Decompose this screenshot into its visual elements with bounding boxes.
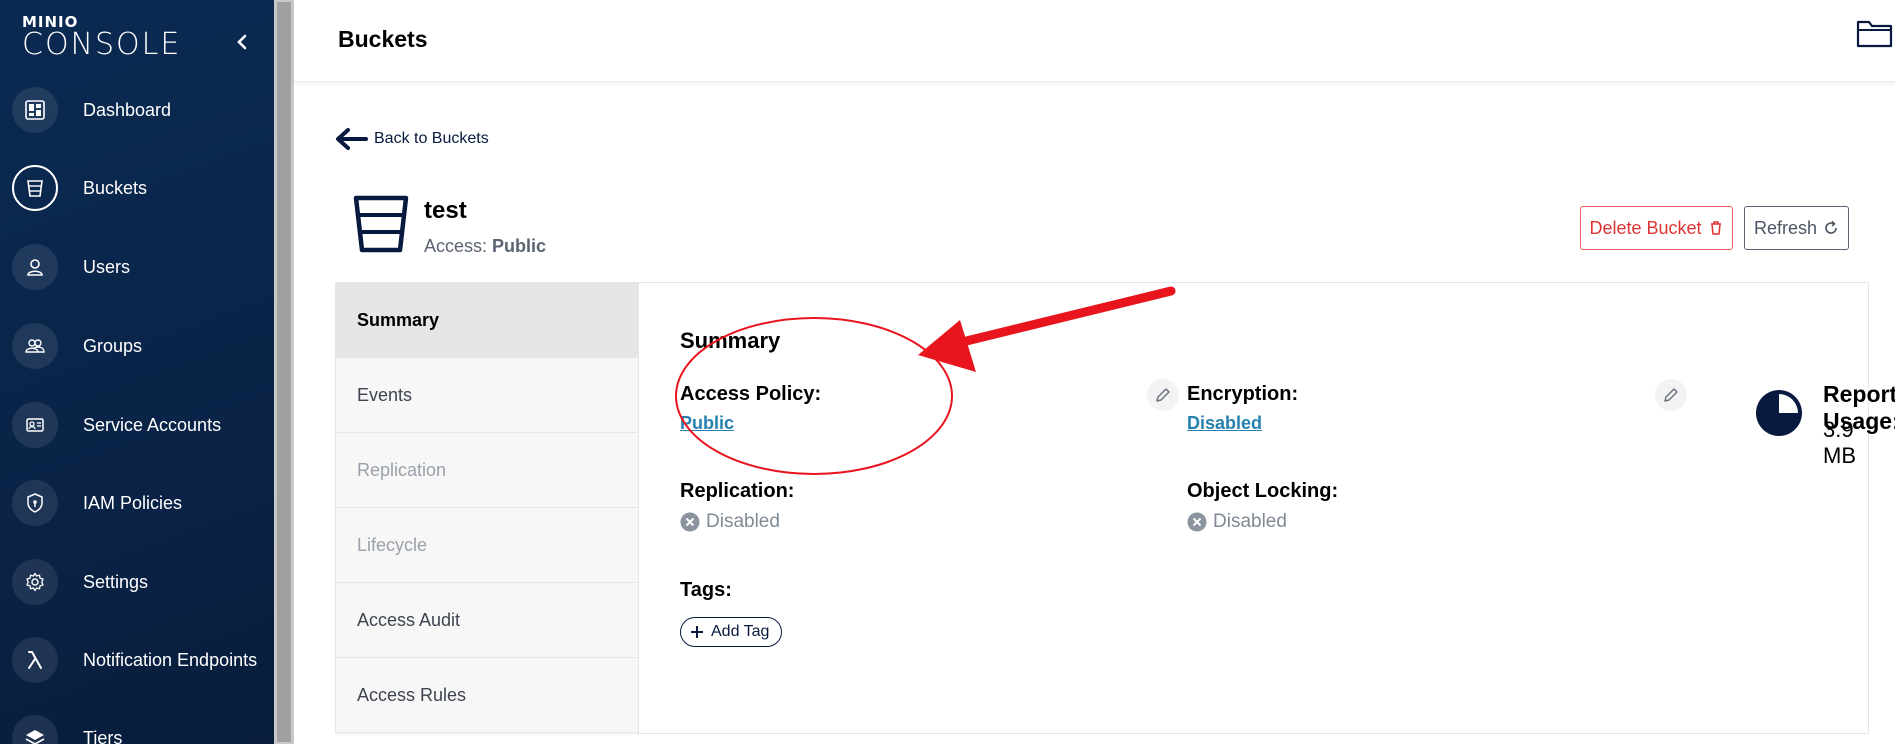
sidebar-item-buckets[interactable]: Buckets [12,164,270,212]
access-policy-value[interactable]: Public [680,413,734,434]
delete-bucket-label: Delete Bucket [1589,217,1702,238]
brand-logo-big: CONSOLE [22,27,182,62]
page-header: Buckets [294,0,1895,82]
bucket-access-value: Public [492,236,547,256]
sidebar-item-label: Service Accounts [83,414,222,435]
lambda-icon [12,637,58,683]
add-tag-label: Add Tag [711,623,770,640]
bucket-icon [12,165,58,211]
sidebar-item-label: IAM Policies [83,492,183,513]
scrollbar-thumb[interactable] [277,2,291,742]
sidebar-item-label: Settings [83,571,149,592]
sidebar-item-label: Buckets [83,177,148,198]
bucket-access: Access: Public [424,236,546,257]
pencil-icon [1156,388,1170,402]
refresh-icon [1825,220,1837,234]
sidebar-item-iam-policies[interactable]: IAM Policies [12,479,270,527]
refresh-label: Refresh [1753,217,1818,238]
tab-lifecycle[interactable]: Lifecycle [336,508,638,583]
sidebar-item-dashboard[interactable]: Dashboard [12,86,270,134]
sidebar-item-label: Groups [83,335,143,356]
bucket-access-prefix: Access: [424,236,488,256]
layers-icon [12,715,58,744]
encryption-value[interactable]: Disabled [1187,413,1262,434]
folder-icon[interactable] [1855,16,1895,50]
tags-label: Tags: [680,579,732,601]
add-tag-button[interactable]: Add Tag [680,617,783,647]
groups-icon [12,323,58,369]
sidebar-item-notification-endpoints[interactable]: Notification Endpoints [12,636,270,684]
edit-access-policy-button[interactable] [1147,379,1179,411]
collapse-sidebar-button[interactable] [232,28,252,56]
access-policy-label: Access Policy: [680,383,822,405]
back-to-buckets-link[interactable]: Back to Buckets [334,126,489,152]
refresh-button[interactable]: Refresh [1744,206,1849,250]
tab-summary[interactable]: Summary [336,283,638,358]
sidebar-item-label: Users [83,256,131,277]
tab-access-rules[interactable]: Access Rules [336,658,638,733]
sidebar-item-users[interactable]: Users [12,243,270,291]
bucket-tabs: Summary Events Replication Lifecycle Acc… [336,283,639,735]
replication-status-text: Disabled [706,511,780,532]
object-locking-label: Object Locking: [1187,480,1339,502]
page-title: Buckets [338,26,428,52]
sidebar-scrollbar[interactable] [274,0,294,744]
sidebar-item-label: Dashboard [83,99,172,120]
disabled-x-icon [1187,512,1207,532]
tab-replication[interactable]: Replication [336,433,638,508]
back-link-label: Back to Buckets [374,130,489,147]
bucket-name: test [424,197,467,224]
pie-chart-icon [1756,390,1802,436]
sidebar-item-service-accounts[interactable]: Service Accounts [12,401,270,449]
object-locking-status-text: Disabled [1213,511,1287,532]
gear-icon [12,559,58,605]
pencil-icon [1664,388,1678,402]
sidebar-item-label: Notification Endpoints [83,649,258,670]
replication-label: Replication: [680,480,795,502]
edit-encryption-button[interactable] [1655,379,1687,411]
encryption-label: Encryption: [1187,383,1299,405]
summary-content: Summary Access Policy: Public Encryption… [639,283,1895,733]
app-window: MINIO CONSOLE Dashboard Buckets Users Gr… [0,0,1895,744]
user-icon [12,244,58,290]
reported-usage-value: 3.9 MB [1823,417,1856,468]
summary-title: Summary [680,328,781,353]
chevron-left-icon [237,34,247,50]
sidebar-item-settings[interactable]: Settings [12,558,270,606]
sidebar-item-tiers[interactable]: Tiers [12,714,270,744]
brand-logo: MINIO CONSOLE [22,14,181,60]
service-accounts-icon [12,402,58,448]
tab-events[interactable]: Events [336,358,638,433]
delete-bucket-button[interactable]: Delete Bucket [1580,206,1733,250]
disabled-x-icon [680,512,700,532]
sidebar-item-groups[interactable]: Groups [12,322,270,370]
sidebar-item-label: Tiers [83,727,123,744]
dashboard-icon [12,87,58,133]
plus-icon [691,626,703,638]
bucket-icon [353,195,409,253]
replication-status: Disabled [680,511,780,533]
shield-icon [12,480,58,526]
sidebar: MINIO CONSOLE Dashboard Buckets Users Gr… [0,0,274,744]
arrow-left-icon [336,128,368,150]
bucket-details-panel: Summary Events Replication Lifecycle Acc… [335,282,1895,735]
trash-icon [1710,221,1721,235]
object-locking-status: Disabled [1187,511,1287,533]
tab-access-audit[interactable]: Access Audit [336,583,638,658]
